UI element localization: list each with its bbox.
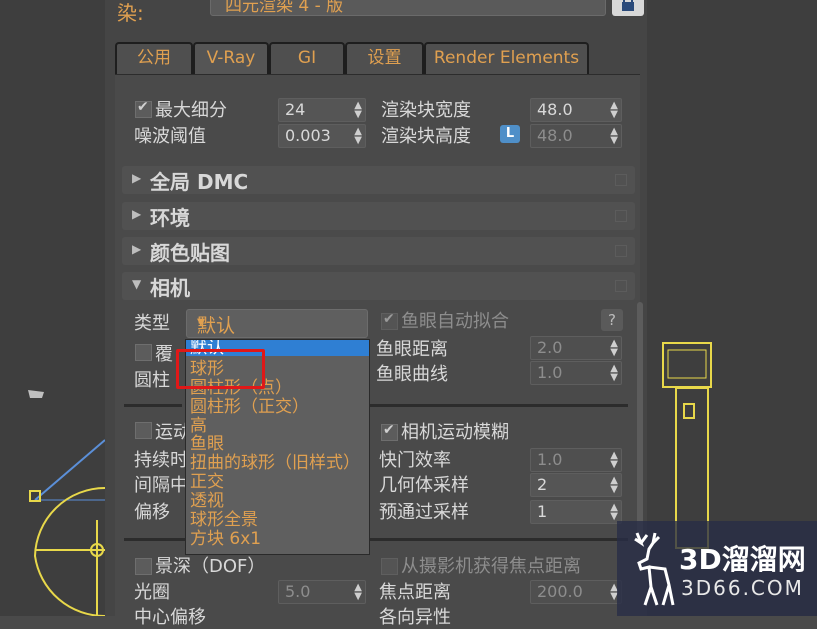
motion-blur-checkbox[interactable]	[135, 422, 152, 439]
aperture-value: 5.0	[285, 582, 311, 601]
camera-type-label: 类型	[134, 313, 170, 334]
bucket-height-spinner[interactable]: 48.0 ▲ ▼	[530, 124, 622, 148]
dof-checkbox[interactable]	[135, 558, 152, 575]
geometry-samples-value: 2	[537, 475, 548, 494]
interval-center-label: 间隔中	[134, 475, 188, 496]
tab-vray[interactable]: V-Ray	[193, 42, 269, 74]
option-box[interactable]: 高	[190, 418, 207, 435]
focus-distance-label: 焦点距离	[379, 582, 451, 603]
fisheye-dist-label: 鱼眼距离	[376, 339, 448, 360]
watermark-domain: 3D66.COM	[681, 576, 804, 600]
fisheye-curve-value: 1.0	[537, 363, 563, 382]
duration-label: 持续时	[134, 450, 188, 471]
expand-arrow-icon: ▶	[132, 207, 142, 221]
prepass-samples-label: 预通过采样	[379, 502, 469, 523]
expand-arrow-icon: ▶	[132, 242, 142, 256]
rollout-label: 环境	[150, 206, 190, 230]
noise-threshold-value: 0.003	[285, 126, 331, 145]
fisheye-curve-label: 鱼眼曲线	[376, 364, 448, 385]
prepass-samples-spinner[interactable]: 1 ▲ ▼	[530, 500, 622, 524]
grip-icon	[615, 210, 627, 222]
annotation-highlight-box	[176, 349, 265, 389]
renderer-dropdown[interactable]: 四元渲染 4 - 版	[210, 0, 606, 16]
dof-label: 景深（DOF）	[155, 556, 266, 577]
tab-common[interactable]: 公用	[115, 42, 193, 74]
rollout-label: 全局 DMC	[150, 170, 249, 194]
shutter-efficiency-label: 快门效率	[379, 450, 451, 471]
rollout-global-dmc[interactable]: ▶ 全局 DMC	[122, 166, 635, 194]
help-button[interactable]: ?	[601, 309, 623, 331]
max-subdivs-label: 最大细分	[155, 100, 227, 121]
aperture-spinner[interactable]: 5.0 ▲ ▼	[278, 580, 366, 604]
center-bias-label: 中心偏移	[134, 607, 206, 628]
fisheye-auto-label: 鱼眼自动拟合	[401, 311, 509, 332]
option-spherical-panorama[interactable]: 球形全景	[190, 512, 258, 529]
bucket-width-label: 渲染块宽度	[381, 100, 471, 121]
focus-from-camera-checkbox[interactable]	[381, 558, 398, 575]
section-divider	[370, 404, 628, 407]
option-cube-6x1[interactable]: 方块 6x1	[190, 531, 261, 548]
shutter-efficiency-spinner[interactable]: 1.0 ▲ ▼	[530, 448, 622, 472]
tab-settings[interactable]: 设置	[345, 42, 424, 74]
fisheye-auto-checkbox[interactable]	[381, 311, 398, 330]
watermark: 3D溜溜网 3D66.COM	[617, 521, 817, 616]
max-subdivs-checkbox[interactable]	[135, 99, 152, 118]
focus-distance-value: 200.0	[537, 582, 583, 601]
noise-threshold-spinner[interactable]: 0.003 ▲ ▼	[278, 124, 366, 148]
tab-gi[interactable]: GI	[269, 42, 345, 74]
rollout-color-mapping[interactable]: ▶ 颜色贴图	[122, 237, 635, 265]
option-cylindrical-ortho[interactable]: 圆柱形（正交）	[190, 399, 309, 416]
section-divider	[124, 404, 182, 407]
bucket-width-spinner[interactable]: 48.0 ▲ ▼	[530, 98, 622, 122]
fisheye-dist-value: 2.0	[537, 338, 563, 357]
grip-icon	[615, 280, 627, 292]
anisotropy-label: 各向异性	[379, 607, 451, 628]
focus-from-camera-label: 从摄影机获得焦点距离	[401, 556, 581, 577]
fisheye-dist-spinner[interactable]: 2.0 ▲ ▼	[530, 336, 622, 360]
lock-ratio-button[interactable]: L	[500, 125, 520, 143]
option-perspective[interactable]: 透视	[190, 493, 224, 510]
cylinder-height-label: 圆柱	[134, 370, 170, 391]
panel-scrollbar[interactable]	[637, 302, 643, 542]
rollout-environment[interactable]: ▶ 环境	[122, 202, 635, 230]
override-fov-checkbox[interactable]	[135, 344, 152, 361]
camera-type-dropdown[interactable]: 默认 ▼	[186, 309, 368, 338]
renderer-value: 四元渲染 4 - 版	[225, 0, 344, 16]
tab-render-elements[interactable]: Render Elements	[424, 42, 589, 74]
focus-distance-spinner[interactable]: 200.0 ▲ ▼	[530, 580, 622, 604]
expand-arrow-icon: ▶	[132, 171, 142, 185]
camera-motion-blur-checkbox[interactable]	[381, 422, 398, 441]
chevron-down-icon: ▼	[197, 317, 205, 328]
shutter-efficiency-value: 1.0	[537, 450, 563, 469]
fisheye-curve-spinner[interactable]: 1.0 ▲ ▼	[530, 361, 622, 385]
lock-icon[interactable]	[612, 0, 644, 16]
rollout-label: 颜色贴图	[150, 241, 230, 265]
grip-icon	[615, 174, 627, 186]
aperture-label: 光圈	[134, 582, 170, 603]
rollout-camera[interactable]: ▼ 相机	[122, 272, 635, 300]
option-warped-spherical[interactable]: 扭曲的球形（旧样式）	[190, 455, 360, 472]
renderer-label: 染:	[117, 1, 144, 25]
deer-logo-icon	[634, 532, 675, 606]
override-fov-label: 覆	[155, 344, 173, 365]
geometry-samples-spinner[interactable]: 2 ▲ ▼	[530, 473, 622, 497]
bucket-width-value: 48.0	[537, 100, 573, 119]
option-orthogonal[interactable]: 正交	[190, 474, 224, 491]
geometry-samples-label: 几何体采样	[379, 475, 469, 496]
collapse-arrow-icon: ▼	[132, 277, 142, 291]
watermark-title: 3D溜溜网	[679, 543, 806, 576]
bucket-height-value: 48.0	[537, 126, 573, 145]
max-subdivs-value: 24	[285, 100, 306, 119]
bucket-height-label: 渲染块高度	[381, 126, 471, 147]
rollout-label: 相机	[150, 276, 190, 300]
max-subdivs-spinner[interactable]: 24 ▲ ▼	[278, 98, 366, 122]
camera-motion-blur-label: 相机运动模糊	[401, 422, 509, 443]
prepass-samples-value: 1	[537, 502, 548, 521]
grip-icon	[615, 245, 627, 257]
option-fisheye[interactable]: 鱼眼	[190, 436, 224, 453]
noise-threshold-label: 噪波阈值	[134, 126, 206, 147]
bias-label: 偏移	[134, 502, 170, 523]
